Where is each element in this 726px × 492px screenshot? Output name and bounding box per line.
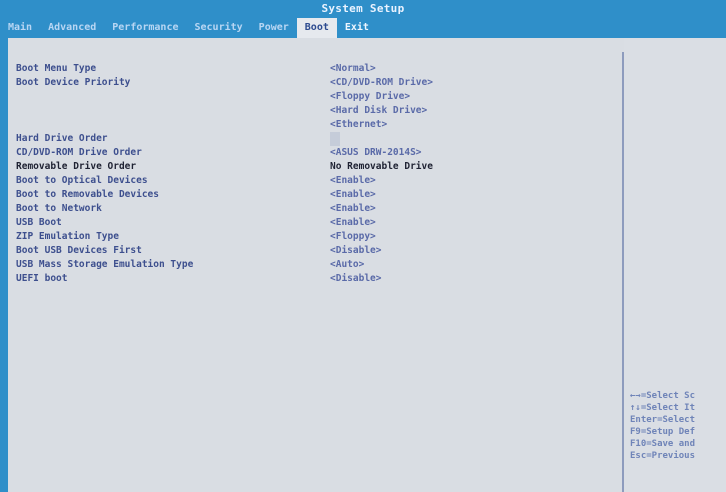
setting-label: Boot to Network (16, 203, 102, 214)
tab-performance[interactable]: Performance (104, 18, 186, 38)
setting-hard-drive-order[interactable]: Hard Drive Order (16, 132, 616, 146)
setting-value[interactable]: <Enable> (330, 174, 376, 188)
settings-panel: Boot Menu Type <Normal> Boot Device Prio… (8, 38, 622, 492)
setting-cd-dvd-drive-order[interactable]: CD/DVD-ROM Drive Order <ASUS DRW-2014S> (16, 146, 616, 160)
tab-exit[interactable]: Exit (337, 18, 377, 38)
setting-value[interactable]: <Disable> (330, 272, 381, 286)
setting-label: Boot USB Devices First (16, 245, 142, 256)
setting-label: CD/DVD-ROM Drive Order (16, 147, 142, 158)
setting-label: ZIP Emulation Type (16, 231, 119, 242)
help-line: Enter=Select (630, 415, 696, 425)
setting-value[interactable]: <Disable> (330, 244, 381, 258)
setting-value[interactable]: <Auto> (330, 258, 364, 272)
setting-boot-device-priority[interactable]: Boot Device Priority <CD/DVD-ROM Drive> (16, 76, 616, 90)
setting-label: Hard Drive Order (16, 133, 108, 144)
window-title: System Setup (0, 0, 726, 18)
help-line: F10=Save and (630, 439, 696, 449)
setting-boot-device-priority-4[interactable]: <Ethernet> (16, 118, 616, 132)
left-frame (0, 38, 8, 492)
setting-boot-device-priority-3[interactable]: <Hard Disk Drive> (16, 104, 616, 118)
setting-value[interactable]: <Normal> (330, 62, 376, 76)
setting-label: Boot to Optical Devices (16, 175, 148, 186)
setting-label: Boot Device Priority (16, 77, 131, 88)
setting-value[interactable]: <Floppy> (330, 230, 376, 244)
setting-boot-to-network[interactable]: Boot to Network <Enable> (16, 202, 616, 216)
setting-value[interactable]: <Enable> (330, 216, 376, 230)
tab-boot[interactable]: Boot (296, 18, 337, 38)
setting-value[interactable]: <Hard Disk Drive> (330, 104, 427, 118)
setting-value[interactable]: <ASUS DRW-2014S> (330, 146, 422, 160)
setting-value[interactable]: <Ethernet> (330, 118, 387, 132)
key-help-list: ←→=Select Sc ↑↓=Select It Enter=Select F… (630, 390, 695, 462)
setting-value[interactable]: No Removable Drive (330, 160, 433, 174)
setting-boot-to-optical-devices[interactable]: Boot to Optical Devices <Enable> (16, 174, 616, 188)
setting-value[interactable]: <Floppy Drive> (330, 90, 410, 104)
setting-removable-drive-order[interactable]: Removable Drive Order No Removable Drive (16, 160, 616, 174)
setting-label: USB Mass Storage Emulation Type (16, 259, 194, 270)
setting-value[interactable]: <Enable> (330, 202, 376, 216)
setting-value[interactable]: <Enable> (330, 188, 376, 202)
setting-boot-usb-devices-first[interactable]: Boot USB Devices First <Disable> (16, 244, 616, 258)
setting-uefi-boot[interactable]: UEFI boot <Disable> (16, 272, 616, 286)
setting-boot-to-removable-devices[interactable]: Boot to Removable Devices <Enable> (16, 188, 616, 202)
tab-advanced[interactable]: Advanced (40, 18, 104, 38)
setting-usb-mass-storage-emulation[interactable]: USB Mass Storage Emulation Type <Auto> (16, 258, 616, 272)
tab-power[interactable]: Power (251, 18, 297, 38)
help-line: Esc=Previous (630, 451, 696, 461)
setting-label: Boot Menu Type (16, 63, 97, 74)
help-panel: ←→=Select Sc ↑↓=Select It Enter=Select F… (624, 38, 726, 492)
setting-label: Boot to Removable Devices (16, 189, 159, 200)
help-line: F9=Setup Def (630, 427, 696, 437)
setting-value[interactable] (330, 132, 340, 146)
help-line: ↑↓=Select It (630, 403, 696, 413)
setting-usb-boot[interactable]: USB Boot <Enable> (16, 216, 616, 230)
setting-boot-device-priority-2[interactable]: <Floppy Drive> (16, 90, 616, 104)
setting-value[interactable]: <CD/DVD-ROM Drive> (330, 76, 433, 90)
setting-label: USB Boot (16, 217, 62, 228)
setting-label: UEFI boot (16, 273, 68, 284)
tab-security[interactable]: Security (187, 18, 251, 38)
help-line: ←→=Select Sc (630, 391, 696, 401)
setting-label: Removable Drive Order (16, 161, 137, 172)
menu-bar: Main Advanced Performance Security Power… (0, 18, 726, 38)
setting-boot-menu-type[interactable]: Boot Menu Type <Normal> (16, 62, 616, 76)
bios-screen: System Setup Main Advanced Performance S… (0, 0, 726, 492)
setting-zip-emulation-type[interactable]: ZIP Emulation Type <Floppy> (16, 230, 616, 244)
tab-main[interactable]: Main (0, 18, 40, 38)
